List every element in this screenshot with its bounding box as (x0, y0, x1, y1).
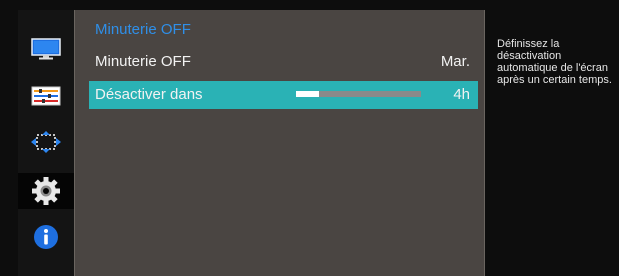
settings-gear-icon (32, 177, 60, 205)
adjustment-sliders-icon (31, 86, 61, 106)
monitor-icon (31, 38, 61, 60)
sidebar-item-picture[interactable] (18, 31, 74, 67)
help-panel: Définissez la désactivation automatique … (486, 10, 619, 276)
sidebar-item-size-position[interactable] (18, 124, 74, 160)
menu-row-minuterie-off[interactable]: Minuterie OFF Mar. (89, 48, 478, 76)
sidebar-item-system[interactable] (18, 173, 74, 209)
sidebar (18, 10, 74, 276)
monitor-osd: Minuterie OFF Minuterie OFF Mar. Désacti… (0, 0, 619, 276)
info-icon (34, 225, 58, 249)
sidebar-item-adjust[interactable] (18, 78, 74, 114)
menu-row-value: Mar. (440, 53, 470, 70)
menu-row-desactiver-dans[interactable]: Désactiver dans 4h (89, 81, 478, 109)
sidebar-item-information[interactable] (18, 219, 74, 255)
menu-panel: Minuterie OFF Minuterie OFF Mar. Désacti… (74, 10, 485, 276)
menu-row-label: Désactiver dans (95, 86, 203, 103)
timer-slider[interactable] (296, 91, 421, 97)
size-position-icon (31, 131, 61, 153)
timer-slider-fill (296, 91, 319, 97)
help-text: Définissez la désactivation automatique … (497, 38, 612, 86)
menu-title: Minuterie OFF (95, 21, 191, 38)
menu-row-label: Minuterie OFF (95, 53, 191, 70)
menu-row-value: 4h (453, 86, 470, 103)
